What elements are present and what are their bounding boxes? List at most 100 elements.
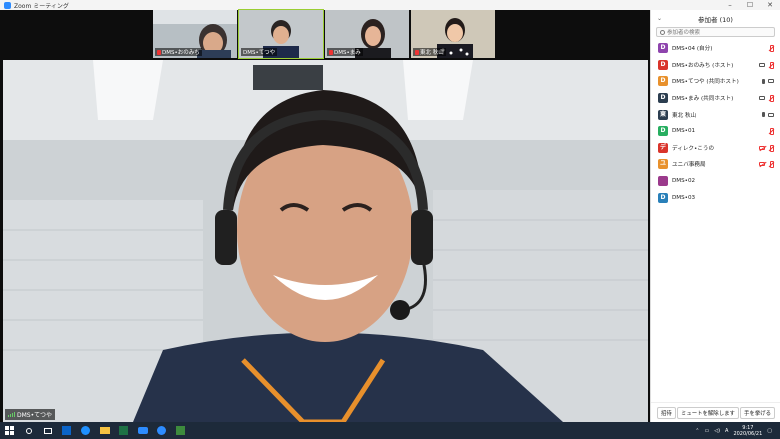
participant-row[interactable]: デディレク•こうの (651, 140, 780, 157)
participant-avatar: D (658, 59, 668, 70)
thumbnail-name: 東北 秋山 (420, 50, 444, 56)
thumbnail-name-tag: 東北 秋山 (413, 48, 446, 56)
participant-row[interactable]: D DMS•てつや (共同ホスト) (651, 73, 780, 90)
participant-name: ユニバ事務局 (672, 162, 706, 169)
participant-status-icons (768, 45, 774, 53)
participant-avatar: ユ (658, 159, 668, 170)
window-controls: – ☐ ✕ (720, 0, 780, 10)
excel-icon (119, 426, 128, 435)
video-icon (759, 62, 765, 67)
thumbnail-name: DMS•まみ (334, 50, 361, 56)
network-icon[interactable]: ▭ (704, 428, 709, 434)
participant-status-icons (759, 61, 774, 69)
participant-avatar: D (658, 192, 668, 203)
mic-icon (762, 112, 765, 118)
zoom-app-icon (4, 1, 11, 9)
thumbnail-video[interactable]: DMS•おのみち (153, 10, 237, 58)
participant-row[interactable]: D DMS•03 (651, 189, 780, 206)
participant-row[interactable]: D DMS•おのみち (ホスト) (651, 57, 780, 74)
muted-mic-icon (329, 49, 333, 55)
app-taskbar-button[interactable] (171, 422, 190, 439)
maximize-button[interactable]: ☐ (740, 0, 760, 10)
video-icon (768, 79, 774, 84)
participant-avatar: D (658, 76, 668, 87)
chevron-down-icon[interactable]: ⌄ (657, 15, 662, 22)
participant-search-input[interactable]: 参加者の検索 (656, 27, 775, 37)
participant-name: ディレク•こうの (672, 145, 715, 152)
thumbnail-name-tag: DMS•おのみち (155, 48, 202, 56)
ime-indicator[interactable]: A (725, 428, 728, 434)
mic-icon (762, 78, 765, 84)
minimize-button[interactable]: – (720, 0, 740, 10)
thumbnail-name: DMS•おのみち (162, 50, 200, 56)
participant-row[interactable]: D DMS•まみ (共同ホスト) (651, 90, 780, 107)
close-button[interactable]: ✕ (760, 0, 780, 10)
active-speaker-video[interactable]: DMS•てつや (3, 60, 648, 422)
participant-name: DMS•02 (672, 178, 696, 185)
participant-row[interactable]: 東東北 秋山 (651, 106, 780, 123)
explorer-taskbar-button[interactable] (95, 422, 114, 439)
window-title: Zoom ミーティング (14, 2, 69, 10)
thumbnail-name-tag: DMS•まみ (327, 48, 363, 56)
raise-hand-button[interactable]: 手を挙げる (740, 406, 775, 419)
participant-status-icons (759, 95, 774, 103)
task-view-button[interactable] (38, 422, 57, 439)
task-view-icon (43, 427, 52, 434)
invite-button[interactable]: 招待 (657, 406, 676, 419)
thumbnail-video[interactable]: 東北 秋山 (411, 10, 495, 58)
participant-avatar: D (658, 126, 668, 137)
speaker-video-frame (3, 60, 648, 422)
participant-avatar (658, 176, 668, 187)
thumbnail-name-tag: DMS•てつや (241, 48, 278, 56)
muted-mic-icon (768, 61, 774, 69)
participant-row[interactable]: ユユニバ事務局 (651, 156, 780, 173)
outlook-taskbar-button[interactable] (57, 422, 76, 439)
participant-status-icons (768, 128, 774, 136)
unmute-button[interactable]: ミュートを解除します (676, 406, 739, 419)
participant-status-icons (762, 112, 774, 118)
participant-avatar: 東 (658, 109, 668, 120)
muted-mic-icon (768, 128, 774, 136)
zoom-icon (157, 426, 166, 435)
volume-icon[interactable]: ◁) (714, 428, 720, 434)
muted-mic-icon (768, 144, 774, 152)
participant-status-icons (762, 78, 774, 84)
participant-row[interactable]: D DMS•04 (自分) (651, 40, 780, 57)
participant-name: DMS•01 (672, 128, 696, 135)
video-off-icon (759, 145, 765, 150)
clock-date: 2020/06/21 (733, 430, 763, 437)
thumbnail-video[interactable]: DMS•てつや (238, 9, 324, 59)
video-off-icon (759, 162, 765, 167)
excel-taskbar-button[interactable] (114, 422, 133, 439)
participants-panel: ⌄ 参加者 (10) 参加者の検索 D DMS•04 (自分) D DMS•おのみち … (650, 10, 780, 422)
participant-avatar: デ (658, 142, 668, 153)
notification-icon[interactable]: ▢ (767, 428, 772, 434)
participant-row[interactable]: D DMS•01 (651, 123, 780, 140)
video-area: DMS•おのみち DMS•てつや DMS•まみ 東北 秋山 DMS•てつや (0, 9, 650, 422)
participant-name: DMS•まみ (共同ホスト) (672, 96, 734, 103)
muted-mic-icon (157, 49, 161, 55)
participants-title: 参加者 (10) (698, 15, 733, 24)
thumbnail-strip: DMS•おのみち DMS•てつや DMS•まみ 東北 秋山 (153, 9, 495, 59)
edge-taskbar-button[interactable] (76, 422, 95, 439)
windows-logo-icon (5, 426, 14, 435)
search-taskbar-button[interactable] (19, 422, 38, 439)
chevron-up-icon[interactable]: ⌃ (695, 428, 699, 434)
participant-name: DMS•おのみち (ホスト) (672, 62, 734, 69)
participant-name: DMS•04 (自分) (672, 46, 713, 53)
teams-taskbar-button[interactable] (133, 422, 152, 439)
title-bar: Zoom ミーティング – ☐ ✕ (0, 0, 780, 10)
start-button[interactable] (0, 422, 19, 439)
participant-status-icons (759, 161, 774, 169)
thumbnail-video[interactable]: DMS•まみ (325, 10, 409, 58)
participant-status-icons (759, 144, 774, 152)
zoom-taskbar-button[interactable] (152, 422, 171, 439)
participant-list: D DMS•04 (自分) D DMS•おのみち (ホスト) D DMS•てつや (共同ホ… (651, 40, 780, 206)
clock[interactable]: 9:17 2020/06/21 (733, 425, 762, 437)
participant-name: 東北 秋山 (672, 112, 697, 119)
search-icon (25, 427, 32, 434)
speaker-name: DMS•てつや (17, 412, 53, 419)
folder-icon (99, 427, 110, 434)
search-placeholder: 参加者の検索 (667, 30, 701, 36)
participant-row[interactable]: DMS•02 (651, 173, 780, 190)
